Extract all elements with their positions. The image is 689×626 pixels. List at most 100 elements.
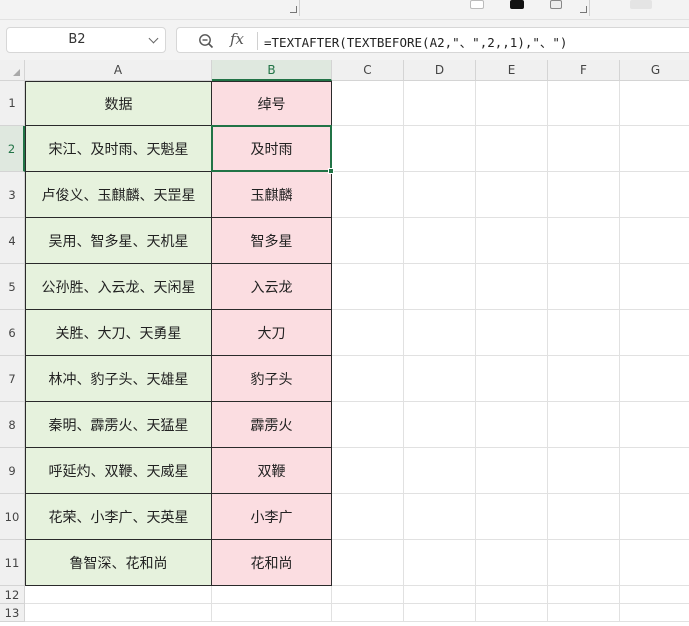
cell-c4[interactable] bbox=[332, 218, 404, 264]
row-header-6[interactable]: 6 bbox=[0, 310, 25, 356]
cell-e11[interactable] bbox=[476, 540, 548, 586]
cell-a10[interactable]: 花荣、小李广、天英星 bbox=[25, 494, 212, 540]
cell-f12[interactable] bbox=[548, 586, 620, 604]
row-header-2[interactable]: 2 bbox=[0, 126, 25, 172]
chevron-down-icon[interactable] bbox=[148, 33, 159, 44]
cell-d3[interactable] bbox=[404, 172, 476, 218]
cell-b10[interactable]: 小李广 bbox=[212, 494, 332, 540]
cell-b11[interactable]: 花和尚 bbox=[212, 540, 332, 586]
cell-a7[interactable]: 林冲、豹子头、天雄星 bbox=[25, 356, 212, 402]
cell-d1[interactable] bbox=[404, 81, 476, 126]
cell-c3[interactable] bbox=[332, 172, 404, 218]
formula-input[interactable]: fx =TEXTAFTER(TEXTBEFORE(A2,"、",2,,1),"、… bbox=[176, 27, 689, 53]
column-header-a[interactable]: A bbox=[25, 60, 212, 81]
cell-a1[interactable]: 数据 bbox=[25, 81, 212, 126]
cell-e1[interactable] bbox=[476, 81, 548, 126]
cell-g8[interactable] bbox=[620, 402, 689, 448]
cell-g13[interactable] bbox=[620, 604, 689, 622]
cell-g12[interactable] bbox=[620, 586, 689, 604]
ribbon-expand-icon[interactable] bbox=[580, 6, 587, 13]
column-header-c[interactable]: C bbox=[332, 60, 404, 81]
cell-a13[interactable] bbox=[25, 604, 212, 622]
row-header-10[interactable]: 10 bbox=[0, 494, 25, 540]
cell-f1[interactable] bbox=[548, 81, 620, 126]
ribbon-swatch-icon[interactable] bbox=[550, 0, 562, 9]
cell-d10[interactable] bbox=[404, 494, 476, 540]
fx-icon[interactable]: fx bbox=[230, 30, 244, 48]
cell-c9[interactable] bbox=[332, 448, 404, 494]
cell-g3[interactable] bbox=[620, 172, 689, 218]
row-header-7[interactable]: 7 bbox=[0, 356, 25, 402]
cell-e6[interactable] bbox=[476, 310, 548, 356]
cell-c1[interactable] bbox=[332, 81, 404, 126]
row-header-5[interactable]: 5 bbox=[0, 264, 25, 310]
cell-c2[interactable] bbox=[332, 126, 404, 172]
zoom-icon[interactable] bbox=[198, 33, 214, 49]
cell-a2[interactable]: 宋江、及时雨、天魁星 bbox=[25, 126, 212, 172]
column-header-g[interactable]: G bbox=[620, 60, 689, 81]
cell-g10[interactable] bbox=[620, 494, 689, 540]
cell-e8[interactable] bbox=[476, 402, 548, 448]
cell-c11[interactable] bbox=[332, 540, 404, 586]
cell-f10[interactable] bbox=[548, 494, 620, 540]
cell-a5[interactable]: 公孙胜、入云龙、天闲星 bbox=[25, 264, 212, 310]
cell-f13[interactable] bbox=[548, 604, 620, 622]
cell-b8[interactable]: 霹雳火 bbox=[212, 402, 332, 448]
cell-f2[interactable] bbox=[548, 126, 620, 172]
cell-f9[interactable] bbox=[548, 448, 620, 494]
cell-g11[interactable] bbox=[620, 540, 689, 586]
cell-d6[interactable] bbox=[404, 310, 476, 356]
cell-f6[interactable] bbox=[548, 310, 620, 356]
select-all-corner[interactable] bbox=[0, 60, 25, 81]
row-header-1[interactable]: 1 bbox=[0, 81, 25, 126]
cell-g7[interactable] bbox=[620, 356, 689, 402]
cell-b12[interactable] bbox=[212, 586, 332, 604]
cell-g2[interactable] bbox=[620, 126, 689, 172]
row-header-13[interactable]: 13 bbox=[0, 604, 25, 622]
cell-a3[interactable]: 卢俊义、玉麒麟、天罡星 bbox=[25, 172, 212, 218]
cell-g1[interactable] bbox=[620, 81, 689, 126]
cell-f8[interactable] bbox=[548, 402, 620, 448]
ribbon-swatch-icon[interactable] bbox=[470, 0, 484, 9]
column-header-e[interactable]: E bbox=[476, 60, 548, 81]
ribbon-expand-icon[interactable] bbox=[290, 6, 297, 13]
cell-c6[interactable] bbox=[332, 310, 404, 356]
cell-a12[interactable] bbox=[25, 586, 212, 604]
cell-c12[interactable] bbox=[332, 586, 404, 604]
cell-d4[interactable] bbox=[404, 218, 476, 264]
cell-f3[interactable] bbox=[548, 172, 620, 218]
cell-b9[interactable]: 双鞭 bbox=[212, 448, 332, 494]
cell-d7[interactable] bbox=[404, 356, 476, 402]
ribbon-button[interactable] bbox=[630, 0, 652, 9]
cell-d9[interactable] bbox=[404, 448, 476, 494]
cell-e2[interactable] bbox=[476, 126, 548, 172]
cell-f4[interactable] bbox=[548, 218, 620, 264]
cell-e4[interactable] bbox=[476, 218, 548, 264]
cell-b6[interactable]: 大刀 bbox=[212, 310, 332, 356]
column-header-d[interactable]: D bbox=[404, 60, 476, 81]
row-header-3[interactable]: 3 bbox=[0, 172, 25, 218]
ribbon-swatch-icon[interactable] bbox=[510, 0, 524, 9]
cell-b7[interactable]: 豹子头 bbox=[212, 356, 332, 402]
cell-a4[interactable]: 吴用、智多星、天机星 bbox=[25, 218, 212, 264]
cell-f7[interactable] bbox=[548, 356, 620, 402]
cell-f11[interactable] bbox=[548, 540, 620, 586]
cell-b2[interactable]: 及时雨 bbox=[212, 126, 332, 172]
cell-g9[interactable] bbox=[620, 448, 689, 494]
cell-f5[interactable] bbox=[548, 264, 620, 310]
cell-b13[interactable] bbox=[212, 604, 332, 622]
cell-e12[interactable] bbox=[476, 586, 548, 604]
cell-g5[interactable] bbox=[620, 264, 689, 310]
cell-a9[interactable]: 呼延灼、双鞭、天威星 bbox=[25, 448, 212, 494]
cell-c5[interactable] bbox=[332, 264, 404, 310]
cell-e10[interactable] bbox=[476, 494, 548, 540]
cell-b1[interactable]: 绰号 bbox=[212, 81, 332, 126]
column-header-b[interactable]: B bbox=[212, 60, 332, 81]
cell-b3[interactable]: 玉麒麟 bbox=[212, 172, 332, 218]
cell-e7[interactable] bbox=[476, 356, 548, 402]
row-header-8[interactable]: 8 bbox=[0, 402, 25, 448]
cell-d12[interactable] bbox=[404, 586, 476, 604]
cell-e5[interactable] bbox=[476, 264, 548, 310]
cell-c8[interactable] bbox=[332, 402, 404, 448]
fill-handle[interactable] bbox=[328, 168, 334, 174]
